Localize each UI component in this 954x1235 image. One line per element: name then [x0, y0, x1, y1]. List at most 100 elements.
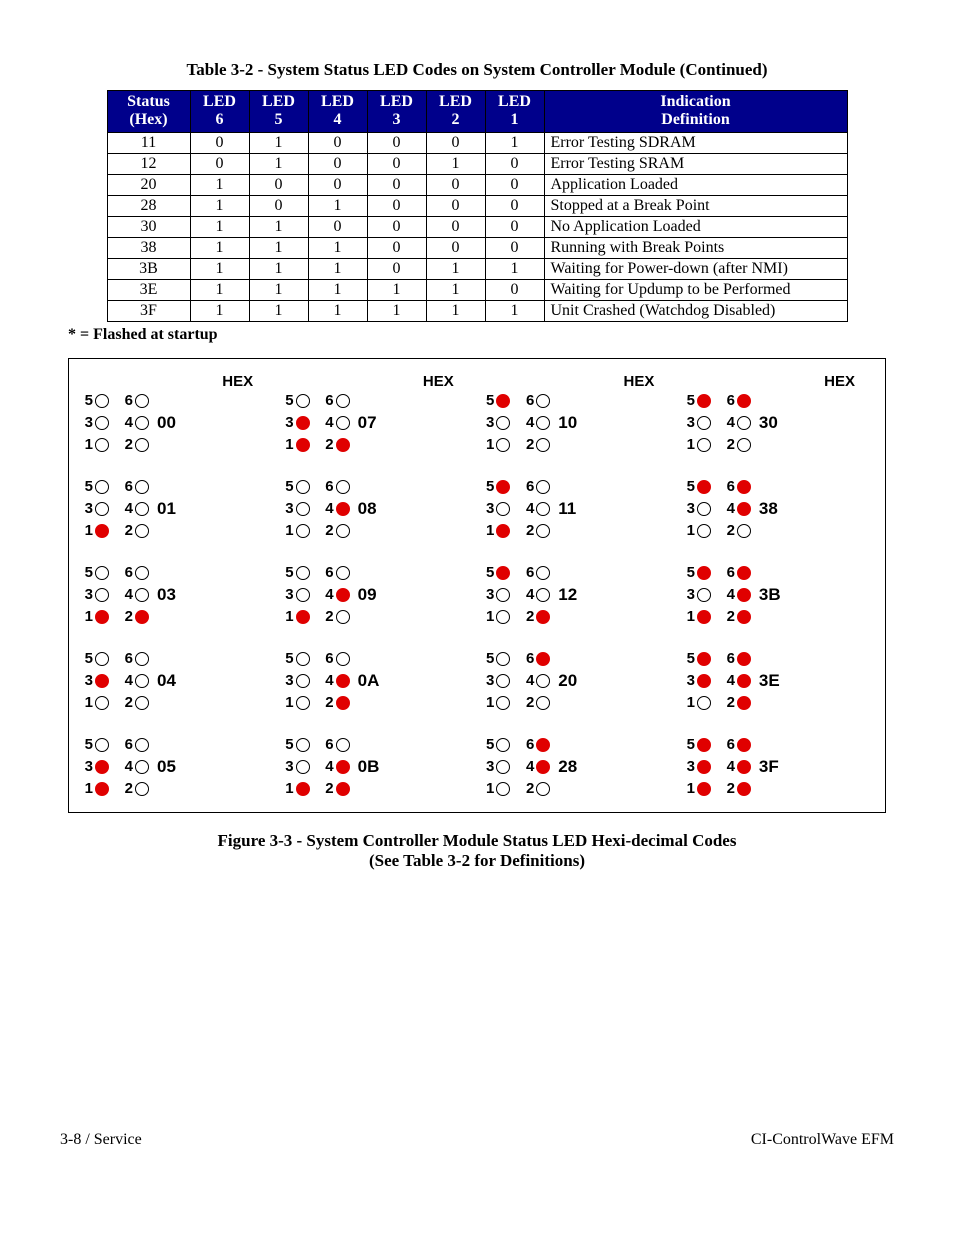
hex-value: 08: [358, 499, 377, 519]
indication-cell: Waiting for Updump to be Performed: [544, 279, 847, 300]
led-icon: [336, 524, 350, 538]
led-icon: [95, 674, 109, 688]
led-number: 6: [522, 650, 534, 667]
value-cell: 0: [485, 237, 544, 258]
led-icon: [95, 480, 109, 494]
led-block: HEX5 63 41 200: [81, 373, 271, 456]
led-number: 5: [282, 650, 294, 667]
indication-cell: Stopped at a Break Point: [544, 195, 847, 216]
led-icon: [737, 416, 751, 430]
table-header: IndicationDefinition: [544, 91, 847, 133]
indication-cell: Application Loaded: [544, 174, 847, 195]
led-icon: [496, 588, 510, 602]
led-number: 3: [482, 672, 494, 689]
led-number: 1: [81, 780, 93, 797]
led-icon: [135, 588, 149, 602]
led-block: 5 63 41 203: [81, 562, 271, 628]
table-row: 3E111110Waiting for Updump to be Perform…: [107, 279, 847, 300]
hex-value: 09: [358, 585, 377, 605]
table-header: LED5: [249, 91, 308, 133]
led-number: 4: [121, 758, 133, 775]
table-header: LED1: [485, 91, 544, 133]
led-icon: [536, 566, 550, 580]
value-cell: 3E: [107, 279, 190, 300]
status-table: Status(Hex)LED6LED5LED4LED3LED2LED1Indic…: [107, 90, 848, 322]
hex-heading: HEX: [81, 373, 253, 390]
led-icon: [737, 652, 751, 666]
led-number: 3: [482, 414, 494, 431]
led-number: 1: [482, 436, 494, 453]
hex-value: 0A: [358, 671, 380, 691]
led-number: 2: [121, 608, 133, 625]
led-number: 4: [522, 672, 534, 689]
led-icon: [697, 480, 711, 494]
value-cell: 1: [249, 132, 308, 153]
led-block: 5 63 41 20B: [282, 734, 472, 800]
indication-cell: Running with Break Points: [544, 237, 847, 258]
led-block: 5 63 41 23B: [683, 562, 873, 628]
led-icon: [296, 416, 310, 430]
value-cell: 0: [426, 174, 485, 195]
led-number: 5: [482, 736, 494, 753]
value-cell: 1: [367, 300, 426, 321]
led-number: 5: [683, 736, 695, 753]
led-number: 5: [81, 650, 93, 667]
page-footer: 3-8 / Service CI-ControlWave EFM: [60, 1131, 894, 1149]
led-number: 2: [322, 522, 334, 539]
led-number: 1: [683, 608, 695, 625]
led-number: 2: [723, 522, 735, 539]
table-row: 20100000Application Loaded: [107, 174, 847, 195]
table-header: Status(Hex): [107, 91, 190, 133]
led-number: 6: [723, 564, 735, 581]
led-icon: [296, 524, 310, 538]
led-icon: [536, 782, 550, 796]
value-cell: 1: [308, 258, 367, 279]
led-icon: [336, 738, 350, 752]
led-block: 5 63 41 20A: [282, 648, 472, 714]
hex-value: 07: [358, 413, 377, 433]
led-number: 6: [322, 650, 334, 667]
hex-value: 3E: [759, 671, 780, 691]
led-icon: [135, 524, 149, 538]
led-icon: [496, 674, 510, 688]
led-icon: [496, 394, 510, 408]
hex-value: 0B: [358, 757, 380, 777]
led-number: 5: [683, 564, 695, 581]
led-number: 4: [121, 586, 133, 603]
led-number: 6: [522, 478, 534, 495]
hex-value: 20: [558, 671, 577, 691]
value-cell: 0: [426, 132, 485, 153]
value-cell: 1: [426, 258, 485, 279]
value-cell: 0: [367, 237, 426, 258]
led-number: 6: [723, 650, 735, 667]
led-icon: [336, 610, 350, 624]
led-icon: [697, 674, 711, 688]
led-icon: [697, 438, 711, 452]
value-cell: 1: [308, 279, 367, 300]
led-number: 6: [121, 392, 133, 409]
led-number: 1: [81, 694, 93, 711]
value-cell: 12: [107, 153, 190, 174]
led-icon: [536, 502, 550, 516]
led-icon: [737, 524, 751, 538]
hex-value: 05: [157, 757, 176, 777]
led-number: 4: [121, 414, 133, 431]
led-number: 1: [482, 608, 494, 625]
led-number: 5: [482, 392, 494, 409]
value-cell: 0: [308, 132, 367, 153]
table-header: LED3: [367, 91, 426, 133]
value-cell: 0: [367, 132, 426, 153]
led-icon: [296, 738, 310, 752]
value-cell: 0: [426, 195, 485, 216]
led-icon: [536, 416, 550, 430]
led-number: 3: [81, 414, 93, 431]
led-icon: [296, 696, 310, 710]
led-icon: [336, 416, 350, 430]
table-row: 3B111011Waiting for Power-down (after NM…: [107, 258, 847, 279]
figure-caption-line2: (See Table 3-2 for Definitions): [369, 851, 585, 870]
value-cell: 11: [107, 132, 190, 153]
led-number: 4: [723, 586, 735, 603]
led-number: 1: [683, 694, 695, 711]
value-cell: 0: [249, 195, 308, 216]
led-icon: [95, 610, 109, 624]
